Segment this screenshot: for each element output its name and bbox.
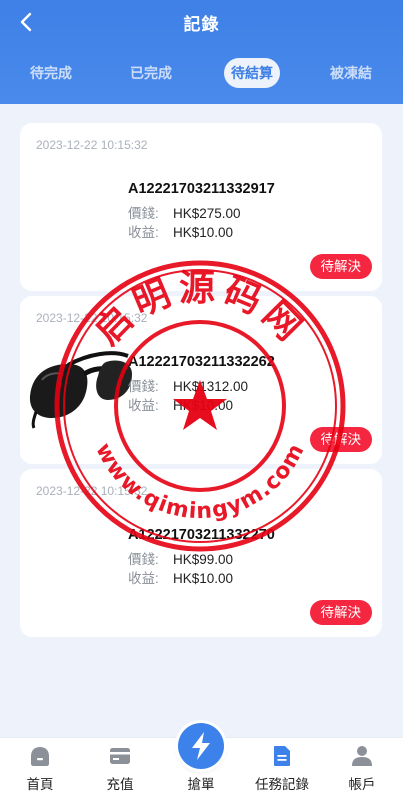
nav-account[interactable]: 帳戶 — [322, 738, 402, 799]
order-number: A12221703211332917 — [128, 181, 275, 197]
price-value: HK$99.00 — [173, 552, 234, 567]
lightning-icon — [192, 732, 210, 760]
income-label: 收益: — [128, 571, 159, 586]
nav-task-records[interactable]: 任務記錄 — [242, 738, 322, 799]
wallet-icon — [110, 748, 130, 764]
record-card[interactable]: 2023-12-22 10:15:32 A12221703211332917 價… — [20, 123, 382, 291]
price-value: HK$1312.00 — [173, 379, 249, 394]
price-row: 價錢: HK$275.00 — [128, 202, 241, 222]
status-badge[interactable]: 待解決 — [309, 427, 372, 452]
income-row: 收益: HK$10.00 — [128, 567, 233, 587]
income-value: HK$10.00 — [173, 571, 234, 586]
income-label: 收益: — [128, 398, 159, 413]
sunglasses-image — [29, 351, 132, 429]
nav-recharge[interactable]: 充值 — [80, 738, 160, 799]
income-row: 收益: HK$10.00 — [128, 394, 233, 414]
status-badge[interactable]: 待解決 — [309, 254, 372, 279]
price-label: 價錢: — [128, 552, 159, 567]
price-label: 價錢: — [128, 206, 159, 221]
income-row: 收益: HK$10.00 — [128, 221, 233, 241]
record-time: 2023-12-22 10:15:32 — [36, 311, 148, 325]
tab-completed[interactable]: 已完成 — [130, 58, 172, 88]
grab-order-button[interactable] — [178, 723, 224, 769]
income-label: 收益: — [128, 225, 159, 240]
income-value: HK$10.00 — [173, 398, 234, 413]
record-card[interactable]: 2023-12-22 10:15:32 A12221703211332262 價… — [20, 296, 382, 464]
tab-to-settle[interactable]: 待結算 — [224, 58, 280, 88]
nav-home[interactable]: 首頁 — [0, 738, 80, 799]
document-icon — [274, 746, 290, 766]
price-row: 價錢: HK$1312.00 — [128, 375, 248, 395]
page-title: 記錄 — [183, 15, 220, 34]
home-icon — [31, 747, 49, 766]
nav-home-label: 首頁 — [26, 777, 54, 792]
tab-pending[interactable]: 待完成 — [30, 58, 72, 88]
price-row: 價錢: HK$99.00 — [128, 548, 233, 568]
order-number: A12221703211332270 — [128, 527, 275, 543]
nav-recharge-label: 充值 — [106, 777, 134, 792]
income-value: HK$10.00 — [173, 225, 234, 240]
price-label: 價錢: — [128, 379, 159, 394]
nav-grab-label: 搶單 — [187, 777, 215, 792]
record-card[interactable]: 2023-12-22 10:15:32 A12221703211332270 價… — [20, 469, 382, 637]
record-time: 2023-12-22 10:15:32 — [36, 138, 148, 152]
tab-frozen[interactable]: 被凍結 — [330, 58, 372, 88]
order-number: A12221703211332262 — [128, 354, 275, 370]
nav-account-label: 帳戶 — [348, 777, 376, 792]
record-time: 2023-12-22 10:15:32 — [36, 484, 148, 498]
status-badge[interactable]: 待解決 — [309, 600, 372, 625]
status-tabs: 待完成 已完成 待結算 被凍結 — [0, 58, 403, 88]
header: 記錄 待完成 已完成 待結算 被凍結 — [0, 0, 403, 104]
price-value: HK$275.00 — [173, 206, 241, 221]
nav-task-records-label: 任務記錄 — [255, 777, 309, 792]
user-icon — [352, 746, 372, 766]
